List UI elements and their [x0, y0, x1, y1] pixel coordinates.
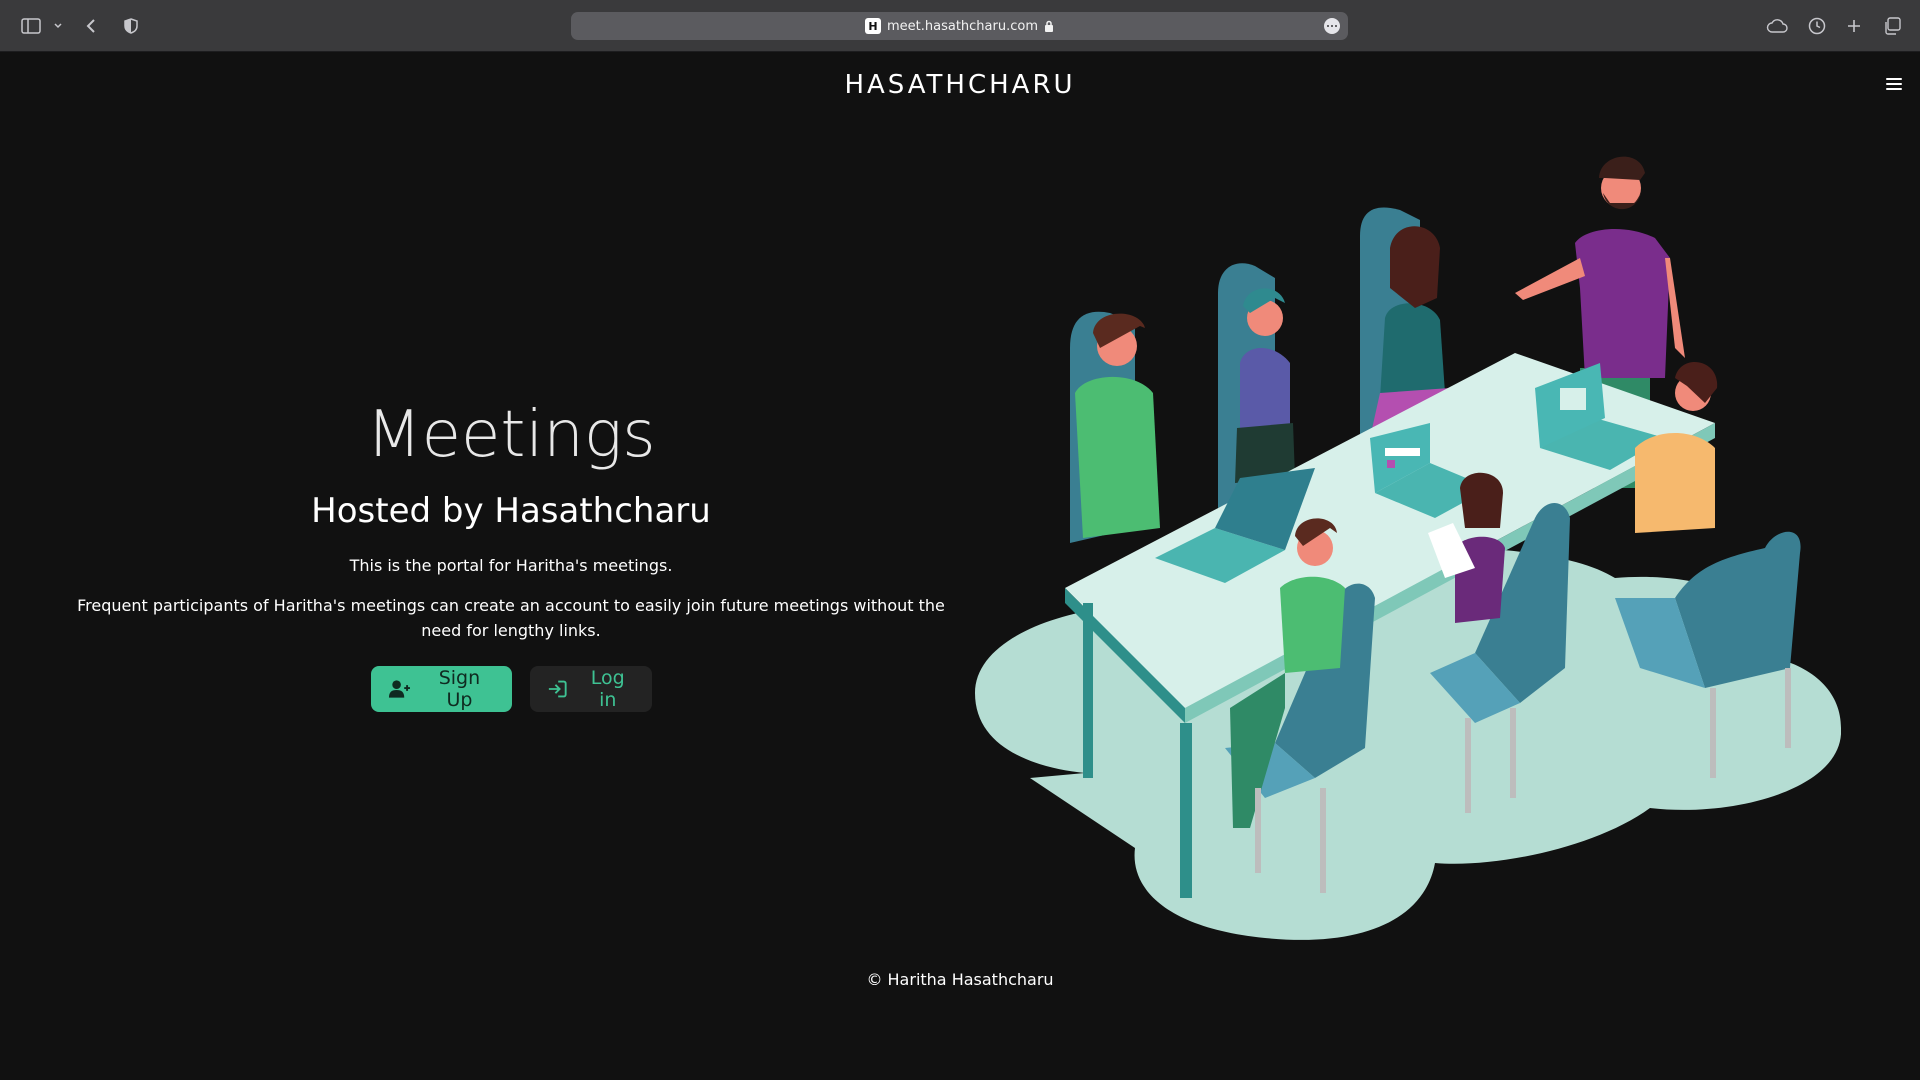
- user-plus-icon: [388, 680, 410, 698]
- log-in-button[interactable]: Log in: [529, 666, 652, 712]
- new-tab-plus-icon[interactable]: [1844, 14, 1864, 38]
- privacy-shield-icon[interactable]: [122, 14, 140, 38]
- chevron-down-icon[interactable]: [52, 14, 64, 38]
- auth-buttons: Sign Up Log in: [60, 666, 962, 712]
- hamburger-menu-icon[interactable]: [1886, 78, 1902, 90]
- meeting-illustration: [975, 156, 1841, 940]
- tab-overview-icon[interactable]: [1881, 14, 1903, 38]
- log-in-label: Log in: [590, 667, 625, 711]
- hero-section: Meetings Hosted by Hasathcharu This is t…: [60, 395, 962, 712]
- back-icon[interactable]: [82, 14, 100, 38]
- icloud-icon[interactable]: [1765, 14, 1789, 38]
- footer-copyright: © Haritha Hasathcharu: [866, 970, 1054, 989]
- page-subtitle: Hosted by Hasathcharu: [311, 491, 711, 531]
- page-title: Meetings: [366, 398, 656, 472]
- lock-icon: [1044, 17, 1054, 36]
- sidebar-toggle-icon[interactable]: [20, 14, 42, 38]
- browser-toolbar: H meet.hasathcharu.com: [0, 0, 1920, 52]
- history-clock-icon[interactable]: [1806, 14, 1828, 38]
- intro-text: This is the portal for Haritha's meeting…: [349, 556, 673, 575]
- page-menu-icon[interactable]: [1324, 18, 1340, 34]
- site-favicon-icon: H: [864, 18, 881, 34]
- site-logo[interactable]: HASATHCHARU: [0, 70, 1920, 100]
- address-bar[interactable]: H meet.hasathcharu.com: [571, 12, 1348, 40]
- sign-up-button[interactable]: Sign Up: [370, 666, 512, 712]
- sign-in-icon: [548, 680, 567, 698]
- description-text: Frequent participants of Haritha's meeti…: [77, 596, 945, 640]
- sign-up-label: Sign Up: [438, 667, 481, 711]
- address-url: meet.hasathcharu.com: [886, 18, 1038, 34]
